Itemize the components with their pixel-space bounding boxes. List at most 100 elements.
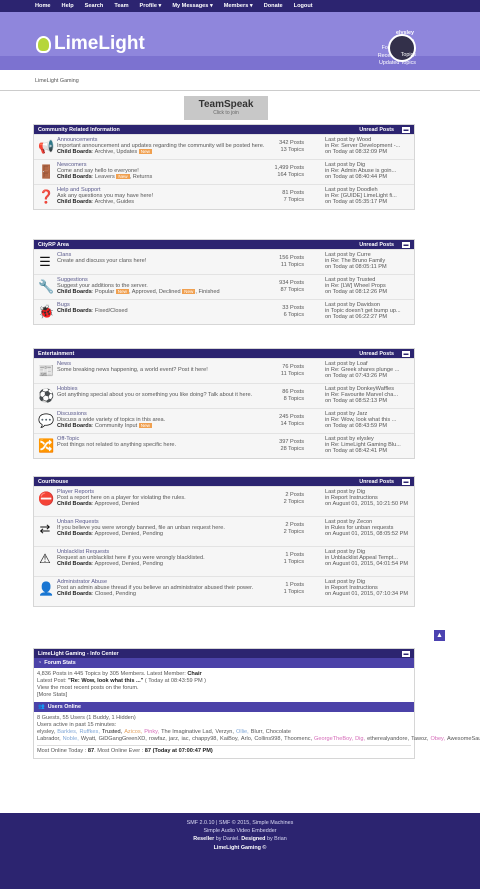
latest-member[interactable]: Chair xyxy=(187,671,201,677)
last-post-time: on Today at 08:12:26 PM xyxy=(325,289,388,296)
category-1: CityRP Area Unread Posts ▬ ☰ Clans Create and… xyxy=(33,239,415,325)
online-user[interactable]: Noble, xyxy=(63,736,79,742)
category-title[interactable]: CityRP Area xyxy=(38,242,69,248)
child-board-links[interactable]: Leavers xyxy=(95,174,115,180)
child-board-links[interactable]: Approved, Denied, Pending xyxy=(95,561,163,567)
unread-posts-link[interactable]: Unread Posts xyxy=(359,127,394,133)
user-icon: 👤 xyxy=(38,581,55,596)
collapse-icon[interactable]: ▬ xyxy=(402,478,410,485)
child-board-links[interactable]: Popular xyxy=(95,289,114,295)
child-board-links[interactable]: Closed, Pending xyxy=(95,591,136,597)
footer-save[interactable]: Simple Audio Video Embedder xyxy=(0,827,480,835)
nav-members[interactable]: Members ▾ xyxy=(224,3,253,9)
child-board-links-2[interactable]: , Returns xyxy=(130,174,153,180)
nav-messages[interactable]: My Messages ▾ xyxy=(172,3,212,9)
online-user[interactable]: Ruffkes, xyxy=(79,729,99,735)
unread-posts-link[interactable]: Unread Posts xyxy=(359,351,394,357)
online-user[interactable]: Trusted, xyxy=(102,729,122,735)
child-board-links[interactable]: Approved, Denied, Pending xyxy=(95,531,163,537)
unread-posts-link[interactable]: Unread Posts xyxy=(359,242,394,248)
online-user[interactable]: The Imaginative Lad, xyxy=(161,729,213,735)
online-user[interactable]: iac, xyxy=(181,736,190,742)
footer-by-daniel: by Daniel. xyxy=(214,836,242,843)
child-boards: Child Boards: Approved, Denied, Pending xyxy=(57,531,164,538)
online-user[interactable]: elysley, xyxy=(37,729,55,735)
post-count: 33 Posts xyxy=(282,305,304,311)
stats-line-1: 4,836 Posts in 445 Topics by 305 Members… xyxy=(37,671,411,678)
category-title[interactable]: Entertainment xyxy=(38,351,74,357)
post-count: 245 Posts xyxy=(279,414,304,420)
nav-profile[interactable]: Profile ▾ xyxy=(140,3,162,9)
stats-line-2: Latest Post: "Re: Wow, look what this ..… xyxy=(37,678,411,685)
online-user[interactable]: GeorgeTheBoy, xyxy=(314,736,353,742)
board-stats: 1 Posts 1 Topics xyxy=(284,552,304,565)
nav-donate[interactable]: Donate xyxy=(264,3,283,9)
board-stats: 245 Posts 14 Topics xyxy=(279,414,304,427)
child-board-links[interactable]: Fixed/Closed xyxy=(95,308,128,314)
online-user[interactable]: Thoomenc, xyxy=(284,736,312,742)
nav-help[interactable]: Help xyxy=(62,3,74,9)
collapse-icon[interactable]: ▬ xyxy=(402,650,410,657)
child-board-links-3[interactable]: , Finished xyxy=(195,289,219,295)
most-online-ever-label: . Most Online Ever : xyxy=(94,748,145,754)
board-info: Announcements Important announcement and … xyxy=(57,137,287,156)
link-topics[interactable]: Topics xyxy=(379,52,416,60)
topic-count: 2 Topics xyxy=(283,528,304,535)
latest-post-label: Latest Post: xyxy=(37,678,69,684)
online-user[interactable]: GiDGangGreenXD, xyxy=(99,736,147,742)
nav-home[interactable]: Home xyxy=(35,3,51,9)
online-user[interactable]: rowfaz, xyxy=(149,736,167,742)
child-board-links[interactable]: Community Input xyxy=(95,423,137,429)
child-board-links-2[interactable]: , Approved, Declined xyxy=(129,289,181,295)
online-user[interactable]: jarz, xyxy=(169,736,180,742)
online-user[interactable]: Collins998, xyxy=(254,736,282,742)
online-user[interactable]: Barkles, xyxy=(57,729,77,735)
recent-posts-link[interactable]: View the most recent posts on the forum. xyxy=(37,685,411,692)
online-user[interactable]: Pinky, xyxy=(144,729,159,735)
nav-team[interactable]: Team xyxy=(114,3,128,9)
board-description: Got anything special about you or someth… xyxy=(57,392,253,399)
scroll-up-button[interactable]: ▲ xyxy=(434,630,445,641)
breadcrumb-home[interactable]: LimeLight Gaming xyxy=(35,78,79,84)
last-post-time: on Today at 08:32:09 PM xyxy=(325,149,388,156)
online-user[interactable]: Obey, xyxy=(430,736,445,742)
post-count: 1 Posts xyxy=(285,552,304,558)
board-info: Discussions Discuss a wide variety of top… xyxy=(57,411,287,430)
footer-smf[interactable]: SMF 2.0.10 | SMF © 2015, Simple Machines xyxy=(0,819,480,827)
online-user[interactable]: Arlo, xyxy=(241,736,253,742)
collapse-icon[interactable]: ▬ xyxy=(402,241,410,248)
nav-search[interactable]: Search xyxy=(85,3,104,9)
collapse-icon[interactable]: ▬ xyxy=(402,350,410,357)
online-user[interactable]: AwesomeSauce, xyxy=(447,736,480,742)
collapse-icon[interactable]: ▬ xyxy=(402,126,410,133)
last-post: Last post by Dig in Re: Admin Abuse is go… xyxy=(325,162,413,181)
link-updated-topics[interactable]: Updated Topics xyxy=(379,60,416,68)
online-user[interactable]: Wyatt, xyxy=(81,736,97,742)
last-post: Last post by Jarz in Re: Wow, look what t… xyxy=(325,411,413,430)
category-title[interactable]: Community Related Information xyxy=(38,127,120,133)
online-user[interactable]: Dig, xyxy=(355,736,365,742)
online-user[interactable]: KaiBoy, xyxy=(220,736,239,742)
unread-posts-link[interactable]: Unread Posts xyxy=(359,479,394,485)
site-logo[interactable]: LimeLight xyxy=(36,33,145,55)
child-board-links[interactable]: Archive, Updates xyxy=(95,149,138,155)
online-user[interactable]: chappy98, xyxy=(192,736,218,742)
child-board-links[interactable]: Archive, Guides xyxy=(95,199,134,205)
child-board-links[interactable]: Approved, Denied xyxy=(95,501,140,507)
last-post: Last post by Davidson in Topic doesn't ge… xyxy=(325,302,413,321)
online-user[interactable]: etherealyandore, xyxy=(367,736,409,742)
child-boards-label: Child Boards xyxy=(57,289,92,296)
online-user[interactable]: Azicos, xyxy=(124,729,142,735)
nav-logout[interactable]: Logout xyxy=(294,3,313,9)
topic-count: 13 Topics xyxy=(280,146,304,153)
online-user[interactable]: Ollie, xyxy=(236,729,249,735)
online-user[interactable]: Verzyn, xyxy=(215,729,234,735)
more-stats-link[interactable]: [More Stats] xyxy=(37,692,411,699)
latest-post-link[interactable]: "Re: Wow, look what this ..." xyxy=(68,678,143,684)
most-online-label: Most Online Today : xyxy=(37,748,88,754)
board-stats: 33 Posts 6 Topics xyxy=(282,305,304,318)
online-user[interactable]: Blurr, xyxy=(251,729,264,735)
online-user[interactable]: Tawoz, xyxy=(411,736,428,742)
teamspeak-banner[interactable]: TeamSpeak Click to join xyxy=(184,96,268,120)
category-title[interactable]: Courthouse xyxy=(38,479,68,485)
